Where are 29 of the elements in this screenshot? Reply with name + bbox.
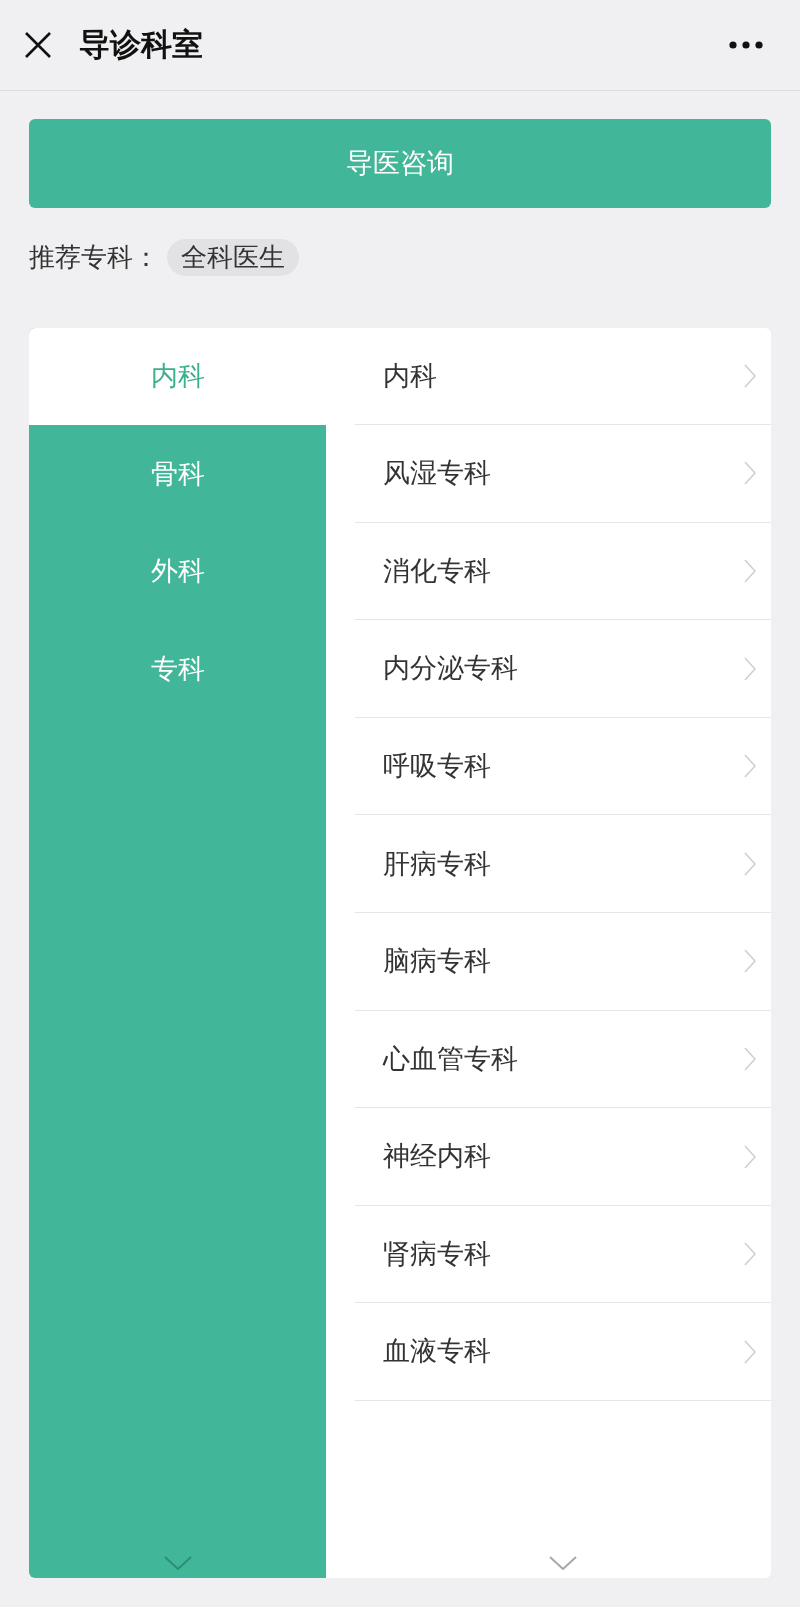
more-icon[interactable] [729, 41, 763, 49]
page-title: 导诊科室 [79, 26, 203, 64]
chevron-right-icon [744, 559, 756, 583]
department-item[interactable]: 肝病专科 [355, 815, 771, 914]
department-item[interactable]: 神经内科 [355, 1108, 771, 1206]
specialty-tag[interactable]: 全科医生 [167, 239, 299, 276]
close-icon[interactable] [25, 32, 51, 58]
department-item[interactable]: 血液专科 [355, 1303, 771, 1402]
chevron-right-icon [744, 1242, 756, 1267]
chevron-right-icon [744, 656, 756, 681]
chevron-down-icon [163, 1556, 192, 1570]
chevron-right-icon [744, 754, 756, 779]
department-item[interactable]: 脑病专科 [355, 913, 771, 1011]
chevron-right-icon [744, 461, 756, 486]
chevron-right-icon [744, 949, 756, 974]
recommend-label: 推荐专科： [29, 241, 159, 273]
chevron-right-icon [744, 851, 756, 876]
department-item[interactable]: 内分泌专科 [355, 620, 771, 718]
chevron-right-icon [744, 1046, 756, 1071]
chevron-right-icon [744, 1339, 756, 1364]
chevron-right-icon [744, 363, 756, 388]
chevron-down-icon [549, 1556, 577, 1570]
chevron-right-icon [744, 1144, 756, 1169]
department-item[interactable]: 风湿专科 [355, 425, 771, 523]
department-item[interactable]: 呼吸专科 [355, 717, 771, 816]
department-item[interactable]: 消化专科 [355, 522, 771, 621]
department-item[interactable]: 心血管专科 [355, 1010, 771, 1109]
department-item[interactable]: 肾病专科 [355, 1205, 771, 1304]
department-item[interactable]: 内科 [355, 327, 771, 426]
